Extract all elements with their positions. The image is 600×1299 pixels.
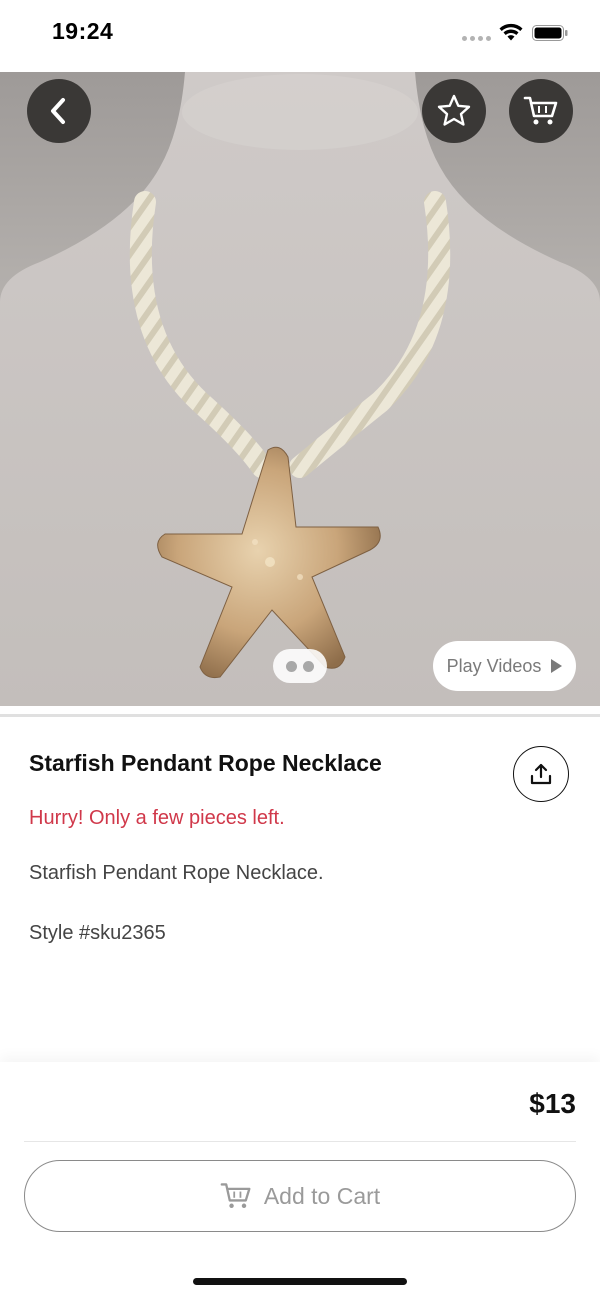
wifi-icon xyxy=(499,23,523,41)
share-button[interactable] xyxy=(513,746,569,802)
cart-icon xyxy=(523,96,558,125)
stock-warning: Hurry! Only a few pieces left. xyxy=(29,807,285,829)
product-photo xyxy=(0,72,600,706)
image-pager[interactable] xyxy=(273,649,327,683)
signal-icon xyxy=(462,36,491,41)
star-outline-icon xyxy=(437,94,471,126)
divider xyxy=(24,1141,576,1142)
price: $13 xyxy=(529,1088,576,1119)
play-icon xyxy=(551,659,563,673)
battery-icon xyxy=(532,25,568,41)
back-button[interactable] xyxy=(27,79,91,143)
play-videos-label: Play Videos xyxy=(446,655,542,676)
purchase-panel: $13 Add to Cart xyxy=(0,1062,600,1299)
add-to-cart-label: Add to Cart xyxy=(263,1182,381,1209)
pager-dot[interactable] xyxy=(303,660,314,672)
pager-dot[interactable] xyxy=(286,660,297,672)
add-to-cart-button[interactable]: Add to Cart xyxy=(24,1160,576,1232)
share-icon xyxy=(530,763,552,785)
home-indicator[interactable] xyxy=(193,1278,407,1285)
play-videos-button[interactable]: Play Videos xyxy=(433,641,576,691)
product-image[interactable]: Play Videos xyxy=(0,72,600,706)
favorite-button[interactable] xyxy=(422,79,486,143)
cart-button[interactable] xyxy=(509,79,573,143)
status-bar: 19:24 xyxy=(0,0,600,72)
product-style-number: Style #sku2365 xyxy=(29,922,166,944)
chevron-left-icon xyxy=(51,98,65,124)
product-title: Starfish Pendant Rope Necklace xyxy=(29,750,382,776)
divider xyxy=(0,714,600,717)
status-time: 19:24 xyxy=(52,18,114,44)
cart-icon xyxy=(220,1183,251,1208)
product-description: Starfish Pendant Rope Necklace. xyxy=(29,862,324,884)
